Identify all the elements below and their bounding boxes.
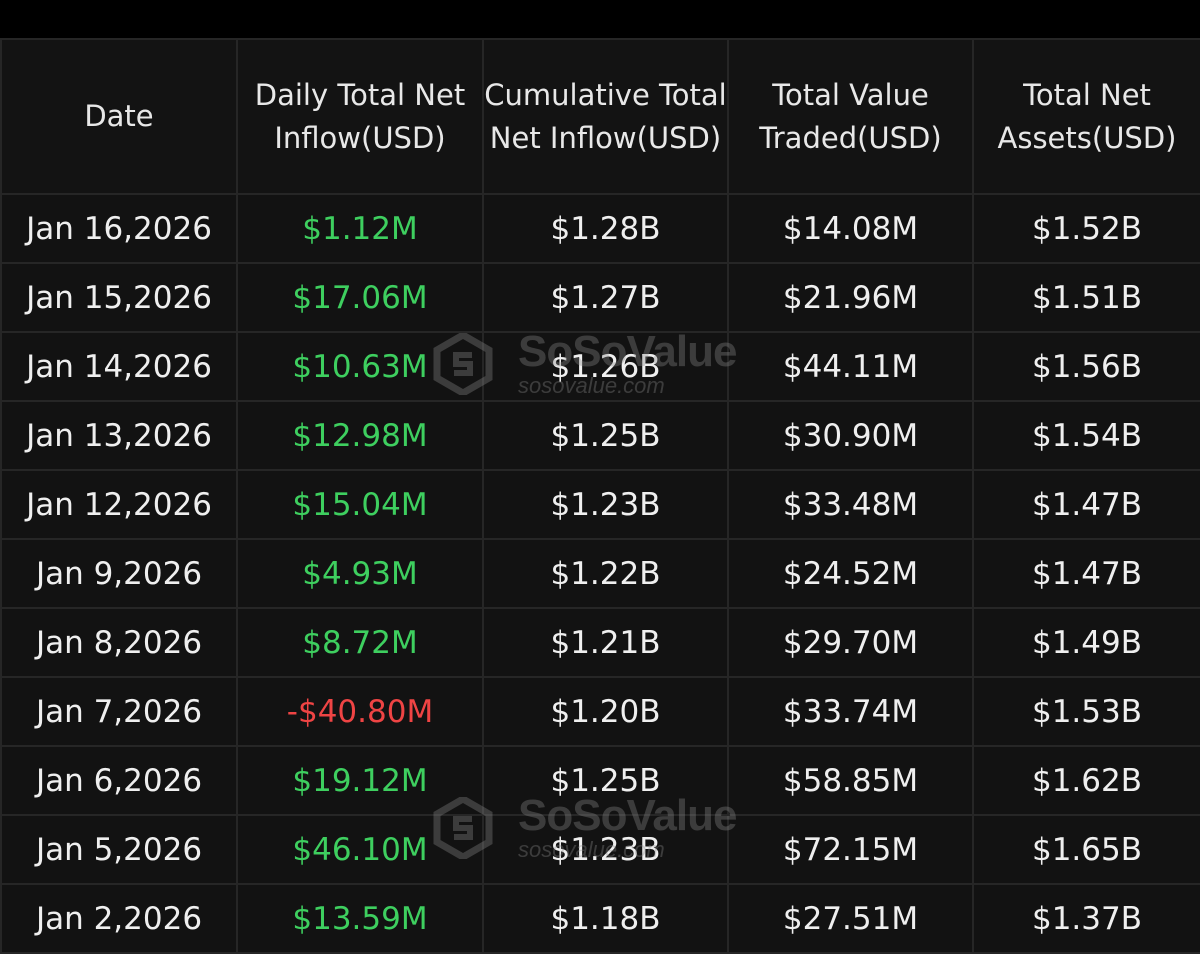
cell-total-net-assets: $1.47B: [972, 538, 1200, 609]
table-row: Jan 2,2026 $13.59M $1.18B $27.51M $1.37B: [0, 883, 1200, 954]
cell-daily-net-inflow: $13.59M: [236, 883, 484, 954]
cell-total-value-traded: $58.85M: [727, 745, 974, 816]
table-row: Jan 15,2026 $17.06M $1.27B $21.96M $1.51…: [0, 262, 1200, 333]
table-row: Jan 16,2026 $1.12M $1.28B $14.08M $1.52B: [0, 193, 1200, 264]
cell-cumulative-net-inflow: $1.21B: [482, 607, 729, 678]
header-daily-net-inflow: Daily Total Net Inflow(USD): [236, 38, 484, 195]
cell-date: Jan 13,2026: [0, 400, 238, 471]
cell-date: Jan 14,2026: [0, 331, 238, 402]
cell-cumulative-net-inflow: $1.22B: [482, 538, 729, 609]
cell-total-net-assets: $1.37B: [972, 883, 1200, 954]
cell-cumulative-net-inflow: $1.25B: [482, 745, 729, 816]
table-row: Jan 8,2026 $8.72M $1.21B $29.70M $1.49B: [0, 607, 1200, 678]
cell-date: Jan 9,2026: [0, 538, 238, 609]
cell-daily-net-inflow: $19.12M: [236, 745, 484, 816]
etf-flows-page: Date Daily Total Net Inflow(USD) Cumulat…: [0, 0, 1200, 954]
header-total-net-assets: Total Net Assets(USD): [972, 38, 1200, 195]
cell-total-net-assets: $1.52B: [972, 193, 1200, 264]
header-date: Date: [0, 38, 238, 195]
cell-total-net-assets: $1.62B: [972, 745, 1200, 816]
cell-date: Jan 6,2026: [0, 745, 238, 816]
table-row: Jan 14,2026 $10.63M $1.26B $44.11M $1.56…: [0, 331, 1200, 402]
cell-total-value-traded: $27.51M: [727, 883, 974, 954]
cell-total-value-traded: $72.15M: [727, 814, 974, 885]
cell-daily-net-inflow: $17.06M: [236, 262, 484, 333]
cell-total-value-traded: $29.70M: [727, 607, 974, 678]
cell-total-value-traded: $24.52M: [727, 538, 974, 609]
cell-date: Jan 5,2026: [0, 814, 238, 885]
cell-total-value-traded: $44.11M: [727, 331, 974, 402]
cell-daily-net-inflow: $15.04M: [236, 469, 484, 540]
cell-total-value-traded: $21.96M: [727, 262, 974, 333]
cell-total-net-assets: $1.51B: [972, 262, 1200, 333]
table-header-row: Date Daily Total Net Inflow(USD) Cumulat…: [0, 38, 1200, 195]
cell-cumulative-net-inflow: $1.25B: [482, 400, 729, 471]
cell-total-net-assets: $1.56B: [972, 331, 1200, 402]
cell-total-net-assets: $1.54B: [972, 400, 1200, 471]
table-row: Jan 5,2026 $46.10M $1.23B $72.15M $1.65B: [0, 814, 1200, 885]
table-row: Jan 13,2026 $12.98M $1.25B $30.90M $1.54…: [0, 400, 1200, 471]
cell-cumulative-net-inflow: $1.23B: [482, 814, 729, 885]
table-row: Jan 12,2026 $15.04M $1.23B $33.48M $1.47…: [0, 469, 1200, 540]
cell-total-value-traded: $33.48M: [727, 469, 974, 540]
cell-total-net-assets: $1.53B: [972, 676, 1200, 747]
cell-total-value-traded: $30.90M: [727, 400, 974, 471]
cell-daily-net-inflow: $10.63M: [236, 331, 484, 402]
cell-daily-net-inflow: $8.72M: [236, 607, 484, 678]
header-total-value-traded: Total Value Traded(USD): [727, 38, 974, 195]
cell-total-net-assets: $1.47B: [972, 469, 1200, 540]
cell-total-value-traded: $14.08M: [727, 193, 974, 264]
cell-daily-net-inflow: $46.10M: [236, 814, 484, 885]
cell-daily-net-inflow: $12.98M: [236, 400, 484, 471]
cell-daily-net-inflow: $1.12M: [236, 193, 484, 264]
cell-cumulative-net-inflow: $1.20B: [482, 676, 729, 747]
etf-flows-table: Date Daily Total Net Inflow(USD) Cumulat…: [0, 38, 1200, 954]
cell-daily-net-inflow: -$40.80M: [236, 676, 484, 747]
cell-cumulative-net-inflow: $1.27B: [482, 262, 729, 333]
cell-date: Jan 12,2026: [0, 469, 238, 540]
cell-date: Jan 16,2026: [0, 193, 238, 264]
cell-cumulative-net-inflow: $1.28B: [482, 193, 729, 264]
top-strip: [0, 0, 1200, 38]
table-row: Jan 6,2026 $19.12M $1.25B $58.85M $1.62B: [0, 745, 1200, 816]
table-row: Jan 7,2026 -$40.80M $1.20B $33.74M $1.53…: [0, 676, 1200, 747]
cell-date: Jan 2,2026: [0, 883, 238, 954]
header-cumulative-net-inflow: Cumulative Total Net Inflow(USD): [482, 38, 729, 195]
cell-total-value-traded: $33.74M: [727, 676, 974, 747]
table-row: Jan 9,2026 $4.93M $1.22B $24.52M $1.47B: [0, 538, 1200, 609]
cell-date: Jan 15,2026: [0, 262, 238, 333]
cell-daily-net-inflow: $4.93M: [236, 538, 484, 609]
cell-cumulative-net-inflow: $1.18B: [482, 883, 729, 954]
cell-date: Jan 8,2026: [0, 607, 238, 678]
cell-total-net-assets: $1.65B: [972, 814, 1200, 885]
cell-date: Jan 7,2026: [0, 676, 238, 747]
cell-cumulative-net-inflow: $1.23B: [482, 469, 729, 540]
cell-total-net-assets: $1.49B: [972, 607, 1200, 678]
cell-cumulative-net-inflow: $1.26B: [482, 331, 729, 402]
